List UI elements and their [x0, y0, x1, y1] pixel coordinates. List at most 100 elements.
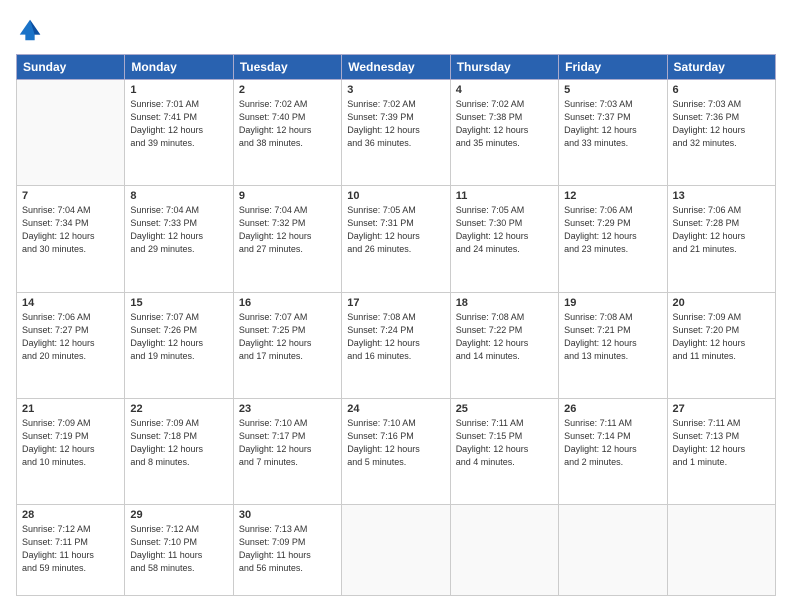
calendar-cell: [450, 505, 558, 596]
calendar-cell: [559, 505, 667, 596]
day-info: Sunrise: 7:02 AMSunset: 7:39 PMDaylight:…: [347, 98, 444, 150]
day-number: 27: [673, 403, 770, 415]
weekday-header-friday: Friday: [559, 55, 667, 80]
day-number: 20: [673, 297, 770, 309]
day-number: 24: [347, 403, 444, 415]
day-number: 1: [130, 84, 227, 96]
calendar-cell: 11 Sunrise: 7:05 AMSunset: 7:30 PMDayligh…: [450, 186, 558, 292]
calendar-cell: 21 Sunrise: 7:09 AMSunset: 7:19 PMDayligh…: [17, 398, 125, 504]
calendar-cell: 29 Sunrise: 7:12 AMSunset: 7:10 PMDayligh…: [125, 505, 233, 596]
day-info: Sunrise: 7:09 AMSunset: 7:20 PMDaylight:…: [673, 311, 770, 363]
page: SundayMondayTuesdayWednesdayThursdayFrid…: [0, 0, 792, 612]
day-info: Sunrise: 7:04 AMSunset: 7:34 PMDaylight:…: [22, 204, 119, 256]
day-info: Sunrise: 7:06 AMSunset: 7:29 PMDaylight:…: [564, 204, 661, 256]
day-info: Sunrise: 7:07 AMSunset: 7:25 PMDaylight:…: [239, 311, 336, 363]
day-info: Sunrise: 7:02 AMSunset: 7:40 PMDaylight:…: [239, 98, 336, 150]
day-info: Sunrise: 7:08 AMSunset: 7:22 PMDaylight:…: [456, 311, 553, 363]
calendar-week-1: 1 Sunrise: 7:01 AMSunset: 7:41 PMDaylight…: [17, 80, 776, 186]
day-info: Sunrise: 7:02 AMSunset: 7:38 PMDaylight:…: [456, 98, 553, 150]
day-info: Sunrise: 7:13 AMSunset: 7:09 PMDaylight:…: [239, 523, 336, 575]
day-number: 23: [239, 403, 336, 415]
day-number: 2: [239, 84, 336, 96]
day-number: 4: [456, 84, 553, 96]
day-number: 9: [239, 190, 336, 202]
calendar-cell: 12 Sunrise: 7:06 AMSunset: 7:29 PMDayligh…: [559, 186, 667, 292]
calendar-cell: 23 Sunrise: 7:10 AMSunset: 7:17 PMDayligh…: [233, 398, 341, 504]
day-info: Sunrise: 7:12 AMSunset: 7:10 PMDaylight:…: [130, 523, 227, 575]
weekday-header-tuesday: Tuesday: [233, 55, 341, 80]
day-info: Sunrise: 7:11 AMSunset: 7:13 PMDaylight:…: [673, 417, 770, 469]
calendar-cell: 17 Sunrise: 7:08 AMSunset: 7:24 PMDayligh…: [342, 292, 450, 398]
calendar-week-2: 7 Sunrise: 7:04 AMSunset: 7:34 PMDaylight…: [17, 186, 776, 292]
calendar-cell: 1 Sunrise: 7:01 AMSunset: 7:41 PMDaylight…: [125, 80, 233, 186]
day-info: Sunrise: 7:04 AMSunset: 7:32 PMDaylight:…: [239, 204, 336, 256]
day-number: 18: [456, 297, 553, 309]
day-info: Sunrise: 7:05 AMSunset: 7:30 PMDaylight:…: [456, 204, 553, 256]
day-number: 12: [564, 190, 661, 202]
day-number: 13: [673, 190, 770, 202]
calendar-cell: 24 Sunrise: 7:10 AMSunset: 7:16 PMDayligh…: [342, 398, 450, 504]
calendar-cell: 18 Sunrise: 7:08 AMSunset: 7:22 PMDayligh…: [450, 292, 558, 398]
calendar-cell: 20 Sunrise: 7:09 AMSunset: 7:20 PMDayligh…: [667, 292, 775, 398]
calendar-cell: 16 Sunrise: 7:07 AMSunset: 7:25 PMDayligh…: [233, 292, 341, 398]
day-number: 8: [130, 190, 227, 202]
day-number: 25: [456, 403, 553, 415]
day-number: 5: [564, 84, 661, 96]
calendar-cell: 19Sunrise: 7:08 AMSunset: 7:21 PMDayligh…: [559, 292, 667, 398]
calendar-week-5: 28Sunrise: 7:12 AMSunset: 7:11 PMDayligh…: [17, 505, 776, 596]
calendar-cell: 6Sunrise: 7:03 AMSunset: 7:36 PMDaylight…: [667, 80, 775, 186]
day-info: Sunrise: 7:11 AMSunset: 7:15 PMDaylight:…: [456, 417, 553, 469]
calendar-cell: 28Sunrise: 7:12 AMSunset: 7:11 PMDayligh…: [17, 505, 125, 596]
calendar-cell: 14 Sunrise: 7:06 AMSunset: 7:27 PMDayligh…: [17, 292, 125, 398]
day-number: 15: [130, 297, 227, 309]
day-number: 21: [22, 403, 119, 415]
day-number: 28: [22, 509, 119, 521]
day-number: 14: [22, 297, 119, 309]
weekday-header-wednesday: Wednesday: [342, 55, 450, 80]
calendar-cell: 4 Sunrise: 7:02 AMSunset: 7:38 PMDaylight…: [450, 80, 558, 186]
calendar-week-4: 21 Sunrise: 7:09 AMSunset: 7:19 PMDayligh…: [17, 398, 776, 504]
day-info: Sunrise: 7:10 AMSunset: 7:17 PMDaylight:…: [239, 417, 336, 469]
day-info: Sunrise: 7:07 AMSunset: 7:26 PMDaylight:…: [130, 311, 227, 363]
day-info: Sunrise: 7:06 AMSunset: 7:27 PMDaylight:…: [22, 311, 119, 363]
day-info: Sunrise: 7:11 AMSunset: 7:14 PMDaylight:…: [564, 417, 661, 469]
calendar-cell: 8 Sunrise: 7:04 AMSunset: 7:33 PMDaylight…: [125, 186, 233, 292]
calendar-cell: 10Sunrise: 7:05 AMSunset: 7:31 PMDayligh…: [342, 186, 450, 292]
calendar-cell: [17, 80, 125, 186]
calendar-header-row: SundayMondayTuesdayWednesdayThursdayFrid…: [17, 55, 776, 80]
day-number: 3: [347, 84, 444, 96]
weekday-header-sunday: Sunday: [17, 55, 125, 80]
calendar-cell: 22Sunrise: 7:09 AMSunset: 7:18 PMDayligh…: [125, 398, 233, 504]
day-info: Sunrise: 7:03 AMSunset: 7:36 PMDaylight:…: [673, 98, 770, 150]
calendar-cell: 3 Sunrise: 7:02 AMSunset: 7:39 PMDaylight…: [342, 80, 450, 186]
calendar-cell: 25 Sunrise: 7:11 AMSunset: 7:15 PMDayligh…: [450, 398, 558, 504]
day-info: Sunrise: 7:03 AMSunset: 7:37 PMDaylight:…: [564, 98, 661, 150]
day-info: Sunrise: 7:09 AMSunset: 7:18 PMDaylight:…: [130, 417, 227, 469]
header: [16, 16, 776, 44]
calendar-cell: 26 Sunrise: 7:11 AMSunset: 7:14 PMDayligh…: [559, 398, 667, 504]
calendar-cell: 13 Sunrise: 7:06 AMSunset: 7:28 PMDayligh…: [667, 186, 775, 292]
day-number: 16: [239, 297, 336, 309]
calendar-cell: 30Sunrise: 7:13 AMSunset: 7:09 PMDayligh…: [233, 505, 341, 596]
calendar-cell: [342, 505, 450, 596]
calendar-cell: 9 Sunrise: 7:04 AMSunset: 7:32 PMDaylight…: [233, 186, 341, 292]
day-info: Sunrise: 7:04 AMSunset: 7:33 PMDaylight:…: [130, 204, 227, 256]
calendar-cell: [667, 505, 775, 596]
day-number: 17: [347, 297, 444, 309]
day-info: Sunrise: 7:01 AMSunset: 7:41 PMDaylight:…: [130, 98, 227, 150]
day-number: 19: [564, 297, 661, 309]
day-info: Sunrise: 7:09 AMSunset: 7:19 PMDaylight:…: [22, 417, 119, 469]
calendar-week-3: 14 Sunrise: 7:06 AMSunset: 7:27 PMDayligh…: [17, 292, 776, 398]
day-number: 7: [22, 190, 119, 202]
calendar: SundayMondayTuesdayWednesdayThursdayFrid…: [16, 54, 776, 596]
day-info: Sunrise: 7:05 AMSunset: 7:31 PMDaylight:…: [347, 204, 444, 256]
logo-icon: [16, 16, 44, 44]
day-info: Sunrise: 7:06 AMSunset: 7:28 PMDaylight:…: [673, 204, 770, 256]
day-info: Sunrise: 7:10 AMSunset: 7:16 PMDaylight:…: [347, 417, 444, 469]
day-info: Sunrise: 7:08 AMSunset: 7:24 PMDaylight:…: [347, 311, 444, 363]
calendar-cell: 5 Sunrise: 7:03 AMSunset: 7:37 PMDaylight…: [559, 80, 667, 186]
day-number: 11: [456, 190, 553, 202]
weekday-header-monday: Monday: [125, 55, 233, 80]
day-number: 29: [130, 509, 227, 521]
day-number: 26: [564, 403, 661, 415]
